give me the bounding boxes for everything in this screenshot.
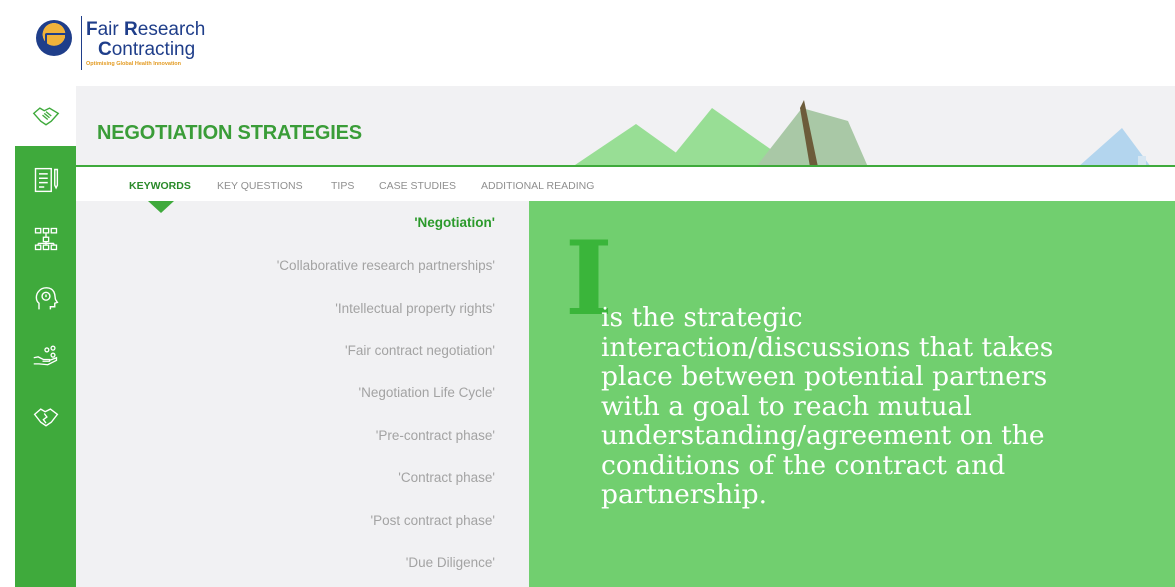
hand-people-icon (33, 345, 57, 366)
tab-case-studies[interactable]: CASE STUDIES (379, 180, 456, 192)
keyword-item[interactable]: 'Intellectual property rights' (335, 301, 495, 316)
keyword-list: 'Negotiation' 'Collaborative research pa… (76, 201, 529, 587)
broken-handshake-icon (33, 408, 58, 427)
logo-title-line1[interactable]: Fair Research (86, 20, 205, 40)
keyword-item[interactable]: 'Pre-contract phase' (376, 428, 495, 443)
keyword-item[interactable]: 'Post contract phase' (371, 513, 495, 528)
logo-emblem-icon[interactable] (36, 20, 72, 56)
network-icon (34, 227, 57, 251)
head-idea-icon (35, 287, 58, 310)
sidebar-item-ideas[interactable] (15, 268, 76, 328)
sidebar-item-partners[interactable] (15, 326, 76, 386)
logo-divider (81, 16, 82, 70)
tab-keywords[interactable]: KEYWORDS (129, 180, 191, 192)
page-header: NEGOTIATION STRATEGIES (76, 86, 1175, 167)
keyword-item[interactable]: 'Negotiation' (414, 215, 495, 230)
tab-bar: KEYWORDS KEY QUESTIONS TIPS CASE STUDIES… (76, 167, 1175, 201)
sidebar-item-negotiation[interactable] (15, 86, 76, 146)
keyword-item[interactable]: 'Negotiation Life Cycle' (359, 385, 495, 400)
definition-text: is the strategic interaction/discussions… (601, 302, 1054, 510)
logo-title-line2[interactable]: Contracting (98, 40, 195, 60)
sidebar-item-contract[interactable] (15, 150, 76, 210)
keyword-item[interactable]: 'Fair contract negotiation' (345, 343, 495, 358)
sidebar (15, 86, 76, 587)
sidebar-item-conflict[interactable] (15, 387, 76, 447)
tab-tips[interactable]: TIPS (331, 180, 354, 192)
keyword-item[interactable]: 'Collaborative research partnerships' (277, 258, 495, 273)
handshake-icon (32, 107, 59, 126)
keyword-item[interactable]: 'Due Diligence' (406, 555, 495, 570)
active-tab-pointer (148, 201, 174, 213)
tab-key-questions[interactable]: KEY QUESTIONS (217, 180, 303, 192)
logo-tagline: Optimising Global Health Innovation (86, 61, 182, 67)
tab-additional-reading[interactable]: ADDITIONAL READING (481, 180, 594, 192)
page-title: NEGOTIATION STRATEGIES (97, 122, 362, 144)
document-pen-icon (34, 167, 58, 193)
definition-panel: I is the strategic interaction/discussio… (529, 201, 1175, 587)
sidebar-item-structure[interactable] (15, 209, 76, 269)
top-bar: Fair Research Contracting Optimising Glo… (0, 0, 1175, 86)
keyword-item[interactable]: 'Contract phase' (398, 470, 495, 485)
